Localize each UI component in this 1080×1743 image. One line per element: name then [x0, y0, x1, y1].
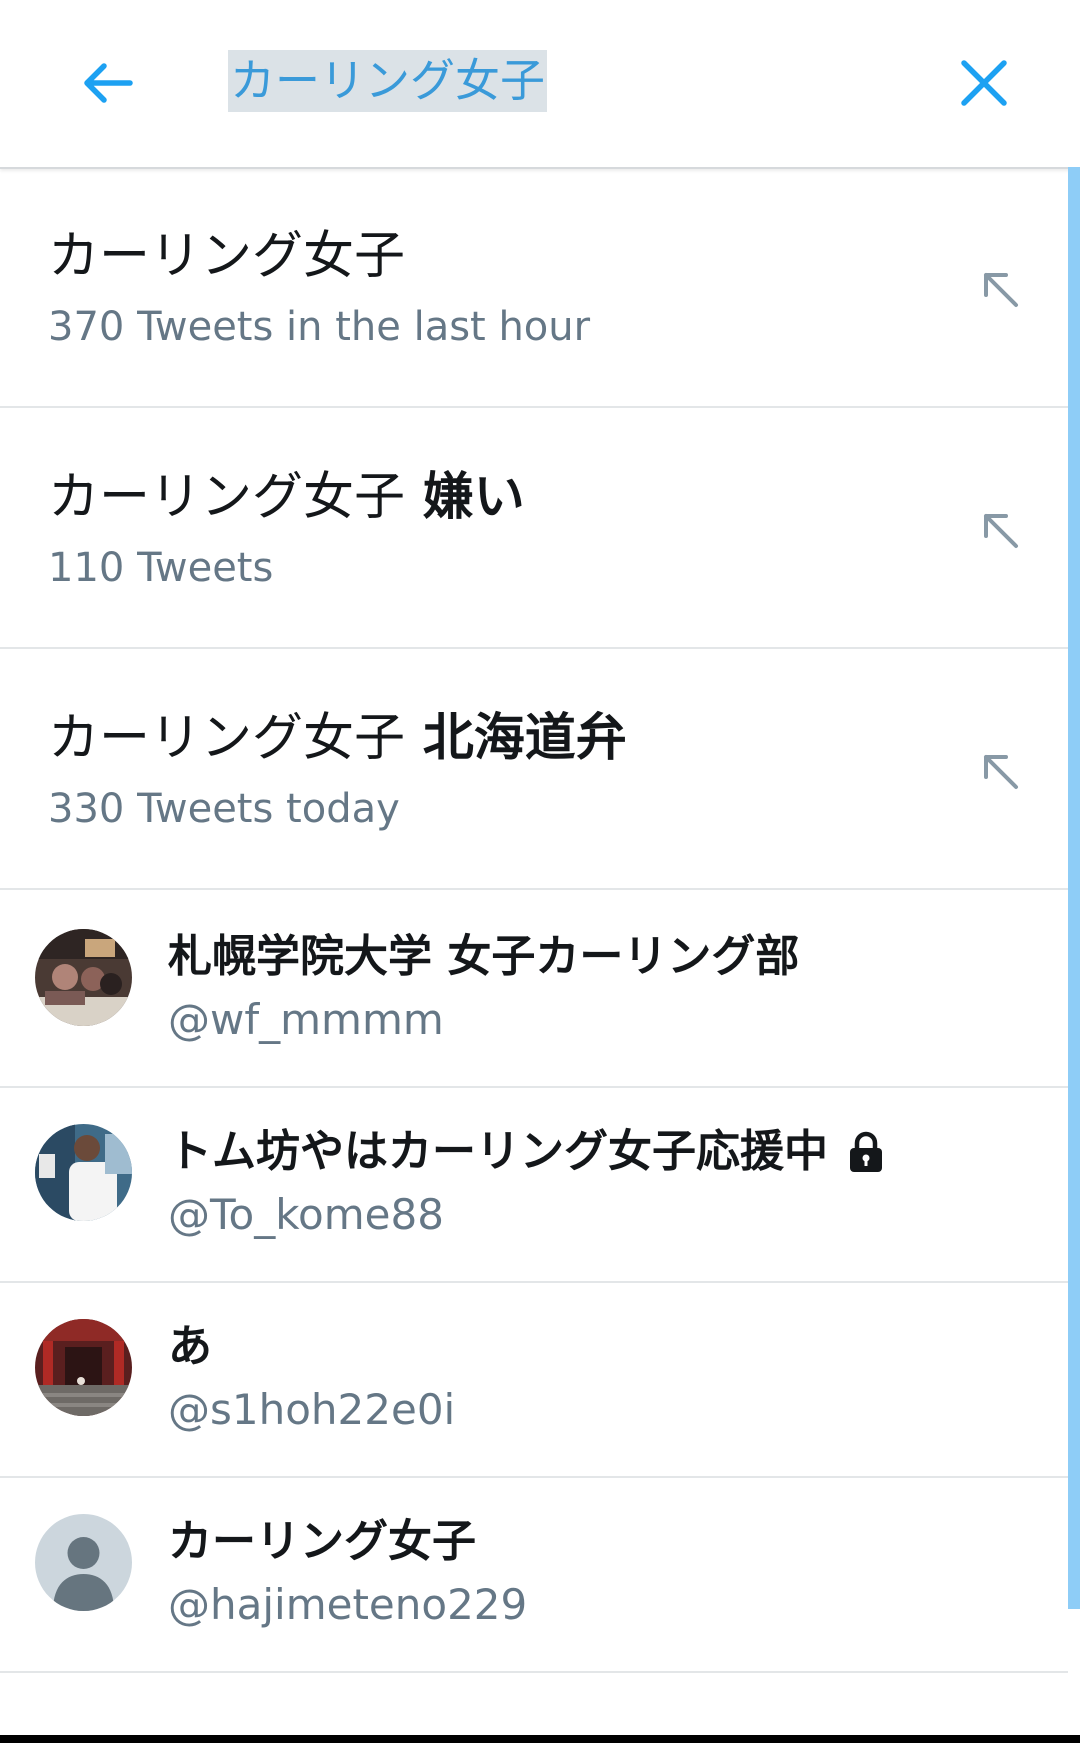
suggestion-tweet-count: 370 Tweets in the last hour [48, 304, 591, 350]
user-name-text: あ [168, 1321, 212, 1372]
suggestion-query-text: カーリング女子 [48, 709, 406, 768]
suggestion-title: カーリング女子 北海道弁 [48, 707, 627, 771]
default-profile-avatar[interactable] [35, 1514, 132, 1611]
search-suggestion[interactable]: カーリング女子 嫌い 110 Tweets [0, 408, 1068, 649]
scroll-indicator[interactable] [1068, 167, 1080, 1609]
shrine-photo-avatar[interactable] [35, 1319, 132, 1416]
clear-search-button[interactable] [944, 43, 1024, 123]
search-header: カーリング女子 [0, 0, 1080, 169]
user-name-text: 札幌学院大学 女子カーリング部 [168, 931, 800, 982]
suggestion-query-text: カーリング女子 [48, 227, 406, 286]
group-photo-avatar[interactable] [35, 929, 132, 1026]
user-handle: @wf_mmmm [168, 995, 444, 1044]
suggestion-title: カーリング女子 [48, 225, 405, 289]
user-name-text: カーリング女子 [168, 1516, 476, 1567]
close-icon [961, 60, 1007, 106]
user-display-name: あ [168, 1319, 212, 1375]
user-result[interactable]: カーリング女子 @hajimeteno229 [0, 1478, 1068, 1673]
user-display-name: 札幌学院大学 女子カーリング部 [168, 929, 799, 985]
suggestion-extra-text: 嫌い [405, 468, 525, 527]
user-results-list: 札幌学院大学 女子カーリング部 @wf_mmmm トム坊やはカーリング女子応援中 [0, 893, 1068, 1673]
user-display-name: カーリング女子 [168, 1514, 476, 1570]
suggestion-tweet-count: 110 Tweets [48, 545, 274, 591]
arrow-up-left-icon[interactable] [978, 749, 1022, 793]
lock-icon [850, 1131, 882, 1172]
suggestion-tweet-count: 330 Tweets today [48, 786, 400, 832]
system-nav-bar [0, 1735, 1080, 1743]
back-button[interactable] [68, 43, 148, 123]
user-display-name: トム坊やはカーリング女子応援中 [168, 1124, 886, 1180]
user-handle: @s1hoh22e0i [168, 1385, 456, 1434]
user-result[interactable]: 札幌学院大学 女子カーリング部 @wf_mmmm [0, 893, 1068, 1088]
suggestion-extra-text: 北海道弁 [405, 709, 627, 768]
user-name-text: トム坊やはカーリング女子応援中 [168, 1126, 828, 1177]
user-handle: @To_kome88 [168, 1190, 444, 1239]
search-suggestion[interactable]: カーリング女子 北海道弁 330 Tweets today [0, 649, 1068, 890]
search-suggestion[interactable]: カーリング女子 370 Tweets in the last hour [0, 167, 1068, 408]
search-input[interactable]: カーリング女子 [228, 50, 548, 112]
user-handle: @hajimeteno229 [168, 1580, 528, 1629]
arrow-up-left-icon[interactable] [978, 508, 1022, 552]
user-result[interactable]: トム坊やはカーリング女子応援中 @To_kome88 [0, 1088, 1068, 1283]
arrow-up-left-icon[interactable] [978, 267, 1022, 311]
user-result[interactable]: あ @s1hoh22e0i [0, 1283, 1068, 1478]
suggestion-title: カーリング女子 嫌い [48, 466, 525, 530]
search-typeahead-screen: カーリング女子 カーリング女子 370 Tweets in the last h… [0, 0, 1080, 1743]
athlete-photo-avatar[interactable] [35, 1124, 132, 1221]
search-suggestions-list: カーリング女子 370 Tweets in the last hour カーリン… [0, 167, 1068, 890]
suggestion-query-text: カーリング女子 [48, 468, 406, 527]
arrow-left-icon [84, 63, 133, 103]
